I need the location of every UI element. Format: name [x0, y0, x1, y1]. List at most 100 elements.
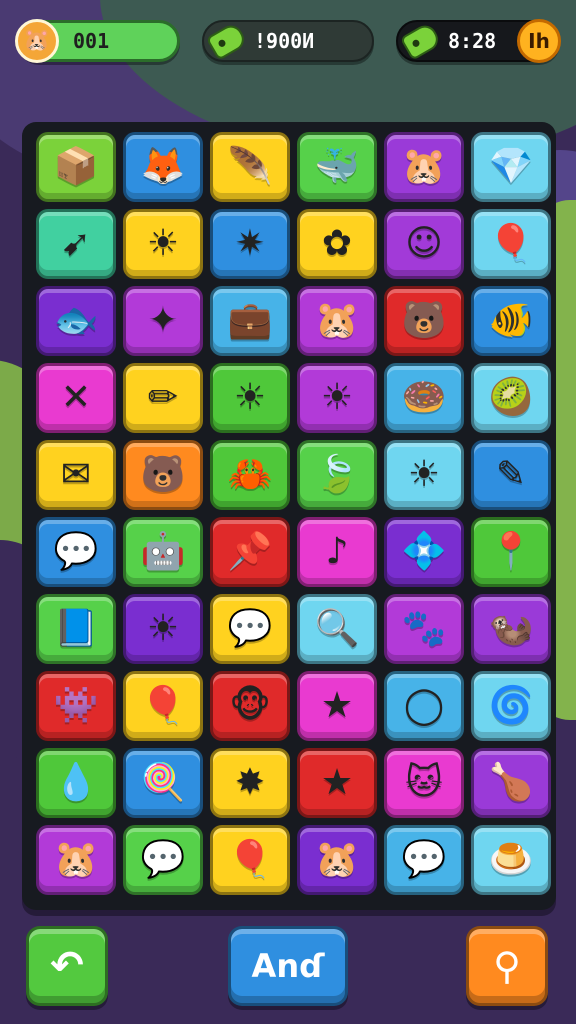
tile[interactable]: 🍮 — [471, 825, 551, 895]
chat-bubble-icon: 💬 — [53, 531, 99, 572]
tile[interactable]: ☀ — [123, 594, 203, 664]
tile[interactable]: ☀ — [210, 363, 290, 433]
tile[interactable]: 📘 — [36, 594, 116, 664]
pin-icon: 📌 — [227, 531, 273, 572]
tile[interactable]: 🥝 — [471, 363, 551, 433]
coin-counter: !900Ͷ — [202, 20, 374, 62]
tile[interactable]: 💬 — [36, 517, 116, 587]
tile[interactable]: 📦 — [36, 132, 116, 202]
arrow-icon: ➹ — [60, 223, 92, 264]
paw-icon: 🐾 — [401, 608, 447, 649]
tile[interactable]: ★ — [297, 671, 377, 741]
tile[interactable]: 💎 — [471, 132, 551, 202]
tile[interactable]: 🐹 — [384, 132, 464, 202]
water-drop-icon: 💧 — [53, 762, 99, 803]
whale-icon: 🐳 — [314, 146, 360, 187]
tile[interactable]: 🎈 — [471, 209, 551, 279]
tile[interactable]: 💬 — [123, 825, 203, 895]
lollipop-icon: 🍭 — [140, 762, 186, 803]
tile[interactable]: 🍗 — [471, 748, 551, 818]
tile[interactable]: ☺ — [384, 209, 464, 279]
tile[interactable]: ✕ — [36, 363, 116, 433]
tile[interactable]: 🦀 — [210, 440, 290, 510]
tile[interactable]: 🐹 — [297, 286, 377, 356]
leaf-icon: 🍃 — [314, 454, 360, 495]
bear-icon: 🐻 — [401, 300, 447, 341]
tile[interactable]: ✏ — [123, 363, 203, 433]
tile[interactable]: ✸ — [210, 748, 290, 818]
tile[interactable]: ✿ — [297, 209, 377, 279]
tile[interactable]: ✦ — [123, 286, 203, 356]
tile[interactable]: ✎ — [471, 440, 551, 510]
tile[interactable]: 🌀 — [471, 671, 551, 741]
sun-face-icon: ☀ — [407, 454, 441, 495]
sun-face-icon: ☀ — [320, 377, 354, 418]
swirl-icon: 🌀 — [488, 685, 534, 726]
back-arrow-icon: ↶ — [50, 943, 84, 989]
tile[interactable]: 🐟 — [36, 286, 116, 356]
tile[interactable]: 💠 — [384, 517, 464, 587]
magnifier-icon: 🔍 — [314, 608, 360, 649]
tile[interactable]: 💬 — [384, 825, 464, 895]
tile[interactable]: 🤖 — [123, 517, 203, 587]
tile[interactable]: 🍩 — [384, 363, 464, 433]
bubble-icon: 💬 — [401, 839, 447, 880]
hamster-icon: 🐹 — [314, 300, 360, 341]
tile[interactable]: 🐵 — [210, 671, 290, 741]
pencil-icon: ✎ — [495, 454, 527, 495]
hint-button[interactable]: ⚲ — [466, 926, 548, 1006]
tile[interactable]: 🔍 — [297, 594, 377, 664]
tile[interactable]: 🐻 — [123, 440, 203, 510]
tile[interactable]: ☀ — [297, 363, 377, 433]
crayon-icon: ✏ — [147, 377, 179, 418]
hamster-icon: 🐹 — [53, 839, 99, 880]
smile-cup-icon: ☺ — [405, 223, 443, 264]
tile[interactable]: 🪶 — [210, 132, 290, 202]
tile[interactable]: 🦊 — [123, 132, 203, 202]
pause-button[interactable]: Ih — [517, 19, 561, 63]
tile[interactable]: ◯ — [384, 671, 464, 741]
tile[interactable]: 👾 — [36, 671, 116, 741]
tile[interactable]: ➹ — [36, 209, 116, 279]
tile[interactable]: 💼 — [210, 286, 290, 356]
tile[interactable]: 🦦 — [471, 594, 551, 664]
tile[interactable]: 🍃 — [297, 440, 377, 510]
tile[interactable]: 🐱 — [384, 748, 464, 818]
tile[interactable]: ✷ — [210, 209, 290, 279]
wand-icon: ✦ — [147, 300, 179, 341]
sun-face-icon: ☀ — [233, 377, 267, 418]
feather-ball-icon: 🪶 — [227, 146, 273, 187]
tag-icon — [205, 21, 249, 61]
cross-icon: ✕ — [60, 377, 92, 418]
tile[interactable]: 📌 — [210, 517, 290, 587]
star-icon: ★ — [320, 762, 354, 803]
action-button[interactable]: Anɗ — [228, 926, 348, 1006]
back-button[interactable]: ↶ — [26, 926, 108, 1006]
tag-icon — [399, 21, 443, 61]
tile[interactable]: ☀ — [123, 209, 203, 279]
sun-icon: ☀ — [146, 223, 180, 264]
sun-icon: ☀ — [146, 608, 180, 649]
tile[interactable]: ☀ — [384, 440, 464, 510]
tile[interactable]: 💬 — [210, 594, 290, 664]
tile[interactable]: 🐾 — [384, 594, 464, 664]
tile[interactable]: ✉ — [36, 440, 116, 510]
tile[interactable]: ★ — [297, 748, 377, 818]
tile[interactable]: 🐻 — [384, 286, 464, 356]
ring-icon: ◯ — [403, 685, 445, 726]
tile[interactable]: 🐹 — [36, 825, 116, 895]
tile[interactable]: 🎈 — [210, 825, 290, 895]
tile[interactable]: 🐳 — [297, 132, 377, 202]
box-icon: 📦 — [53, 146, 99, 187]
balloon-face-icon: 🎈 — [140, 685, 186, 726]
boot-icon: ♪ — [325, 531, 349, 572]
tile[interactable]: 🐹 — [297, 825, 377, 895]
heart-balloon-icon: 🎈 — [227, 839, 273, 880]
tile[interactable]: 🎈 — [123, 671, 203, 741]
tile[interactable]: 📍 — [471, 517, 551, 587]
tile[interactable]: 🍭 — [123, 748, 203, 818]
tile[interactable]: 🐠 — [471, 286, 551, 356]
tile[interactable]: 💧 — [36, 748, 116, 818]
crab-icon: 🦀 — [227, 454, 273, 495]
tile[interactable]: ♪ — [297, 517, 377, 587]
